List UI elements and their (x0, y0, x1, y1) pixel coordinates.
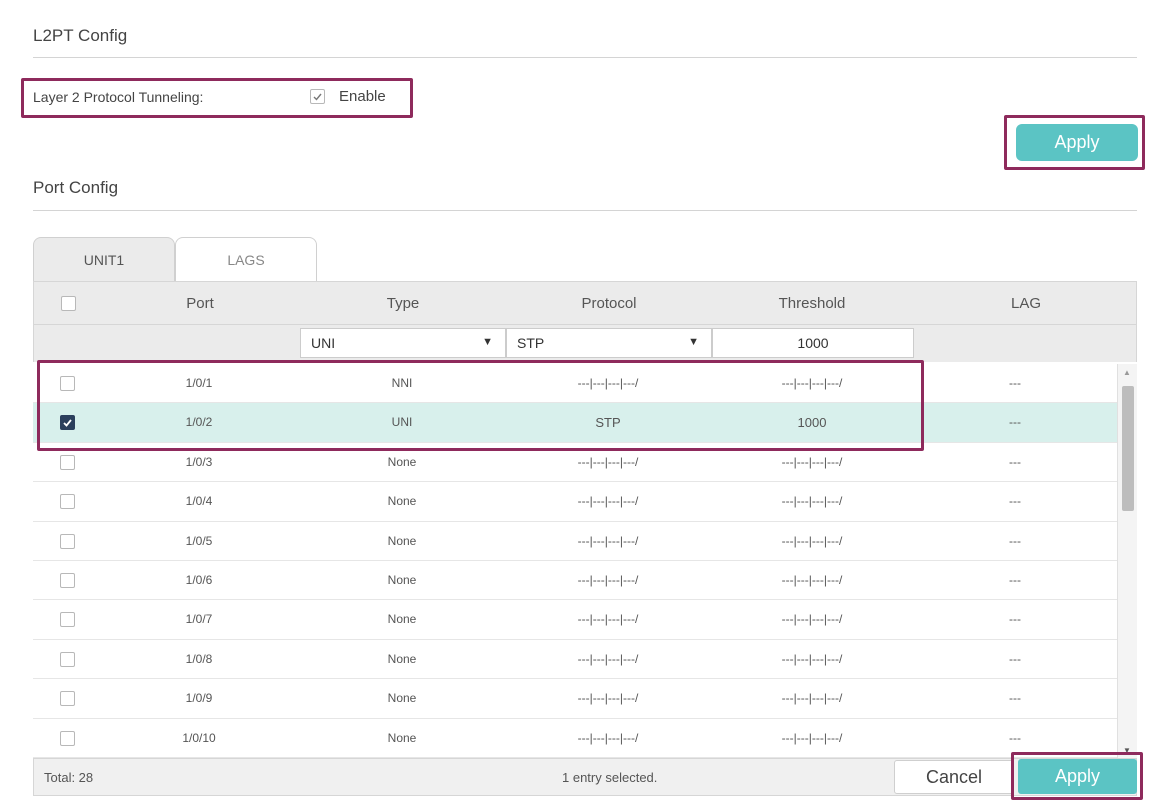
selection-status: 1 entry selected. (562, 770, 658, 785)
tab-unit1[interactable]: UNIT1 (33, 237, 175, 281)
table-row[interactable]: 1/0/9 None ---|---|---|---/ ---|---|---|---… (33, 679, 1117, 719)
scroll-up-icon[interactable]: ▲ (1123, 368, 1131, 377)
cell-protocol: ---|---|---|---/ (577, 572, 639, 587)
l2pt-divider (33, 57, 1137, 58)
cell-lag: --- (1009, 376, 1021, 390)
table-row[interactable]: 1/0/5 None ---|---|---|---/ ---|---|---|---… (33, 522, 1117, 561)
cell-lag: --- (1009, 533, 1021, 548)
select-all-checkbox[interactable] (60, 296, 76, 311)
cell-port: 1/0/7 (185, 612, 213, 627)
rows-highlight (37, 360, 924, 451)
row-checkbox[interactable] (59, 691, 75, 707)
table-apply-button[interactable]: Apply (1018, 759, 1137, 794)
cell-lag: --- (1009, 651, 1021, 666)
port-config-divider (33, 210, 1137, 211)
cell-protocol: ---|---|---|---/ (577, 730, 639, 745)
cell-lag: --- (1009, 612, 1021, 627)
check-icon (313, 93, 322, 101)
vertical-scrollbar[interactable]: ▲ ▼ (1117, 364, 1137, 758)
table-row[interactable]: 1/0/4 None ---|---|---|---/ ---|---|---|---… (33, 482, 1117, 522)
cell-lag: --- (1009, 454, 1021, 469)
cell-threshold: ---|---|---|---/ (781, 691, 843, 706)
table-header: Port Type Protocol Threshold LAG (33, 281, 1137, 325)
cell-lag: --- (1009, 691, 1021, 706)
cell-threshold: ---|---|---|---/ (781, 494, 843, 509)
cell-type: None (387, 691, 417, 706)
row-checkbox[interactable] (59, 612, 75, 628)
threshold-filter-value: 1000 (797, 335, 829, 351)
cell-lag: --- (1009, 572, 1021, 587)
l2pt-config-title: L2PT Config (33, 26, 128, 45)
cell-port: 1/0/6 (185, 572, 213, 587)
column-header-threshold[interactable]: Threshold (712, 282, 912, 326)
cell-threshold: ---|---|---|---/ (781, 730, 843, 745)
row-checkbox[interactable] (59, 572, 75, 588)
tunneling-label: Layer 2 Protocol Tunneling: (33, 89, 204, 105)
cancel-button[interactable]: Cancel (894, 760, 1014, 794)
enable-checkbox-wrap[interactable]: Enable (310, 88, 386, 105)
cell-type: None (387, 612, 417, 627)
scrollbar-thumb[interactable] (1122, 386, 1134, 511)
chevron-down-icon: ▼ (482, 336, 493, 348)
row-checkbox[interactable] (59, 730, 75, 746)
row-checkbox[interactable] (59, 454, 75, 470)
column-header-type[interactable]: Type (300, 282, 506, 326)
cell-port: 1/0/9 (185, 691, 213, 706)
cell-protocol: ---|---|---|---/ (577, 612, 639, 627)
column-header-lag[interactable]: LAG (914, 282, 1138, 326)
cell-type: None (387, 651, 417, 666)
table-row[interactable]: 1/0/10 None ---|---|---|---/ ---|---|---|--… (33, 719, 1117, 758)
protocol-filter-select[interactable]: STP ▼ (506, 328, 712, 358)
type-filter-select[interactable]: UNI ▼ (300, 328, 506, 358)
table-row[interactable]: 1/0/7 None ---|---|---|---/ ---|---|---|---… (33, 600, 1117, 640)
row-checkbox[interactable] (59, 533, 75, 549)
cell-protocol: ---|---|---|---/ (577, 533, 639, 548)
cell-threshold: ---|---|---|---/ (781, 612, 843, 627)
enable-checkbox[interactable] (310, 89, 325, 104)
column-header-port[interactable]: Port (130, 282, 270, 326)
cell-lag: --- (1009, 415, 1021, 430)
cell-port: 1/0/5 (185, 533, 213, 548)
cell-threshold: ---|---|---|---/ (781, 533, 843, 548)
table-row[interactable]: 1/0/6 None ---|---|---|---/ ---|---|---|---… (33, 561, 1117, 601)
row-checkbox[interactable] (59, 651, 75, 667)
l2pt-apply-button[interactable]: Apply (1016, 124, 1138, 161)
cell-threshold: ---|---|---|---/ (781, 572, 843, 587)
threshold-filter-input[interactable]: 1000 (712, 328, 914, 358)
cell-port: 1/0/10 (182, 730, 216, 745)
table-row[interactable]: 1/0/8 None ---|---|---|---/ ---|---|---|---… (33, 640, 1117, 680)
cell-type: None (387, 572, 417, 587)
tab-lags[interactable]: LAGS (175, 237, 317, 281)
cell-protocol: ---|---|---|---/ (577, 691, 639, 706)
total-count: Total: 28 (44, 770, 94, 785)
cell-port: 1/0/4 (185, 494, 213, 509)
cell-protocol: ---|---|---|---/ (577, 651, 639, 666)
filter-row: UNI ▼ STP ▼ 1000 (33, 325, 1137, 362)
protocol-filter-value: STP (517, 335, 545, 351)
cell-type: None (387, 494, 417, 509)
cell-lag: --- (1009, 494, 1021, 509)
cell-threshold: ---|---|---|---/ (781, 651, 843, 666)
port-config-title: Port Config (33, 178, 119, 197)
row-checkbox[interactable] (59, 494, 75, 510)
chevron-down-icon: ▼ (688, 336, 699, 348)
cell-protocol: ---|---|---|---/ (577, 494, 639, 509)
enable-label: Enable (339, 88, 386, 105)
cell-type: None (387, 730, 417, 745)
type-filter-value: UNI (311, 335, 336, 351)
cell-type: None (387, 533, 417, 548)
cell-port: 1/0/8 (185, 651, 213, 666)
column-header-protocol[interactable]: Protocol (506, 282, 712, 326)
